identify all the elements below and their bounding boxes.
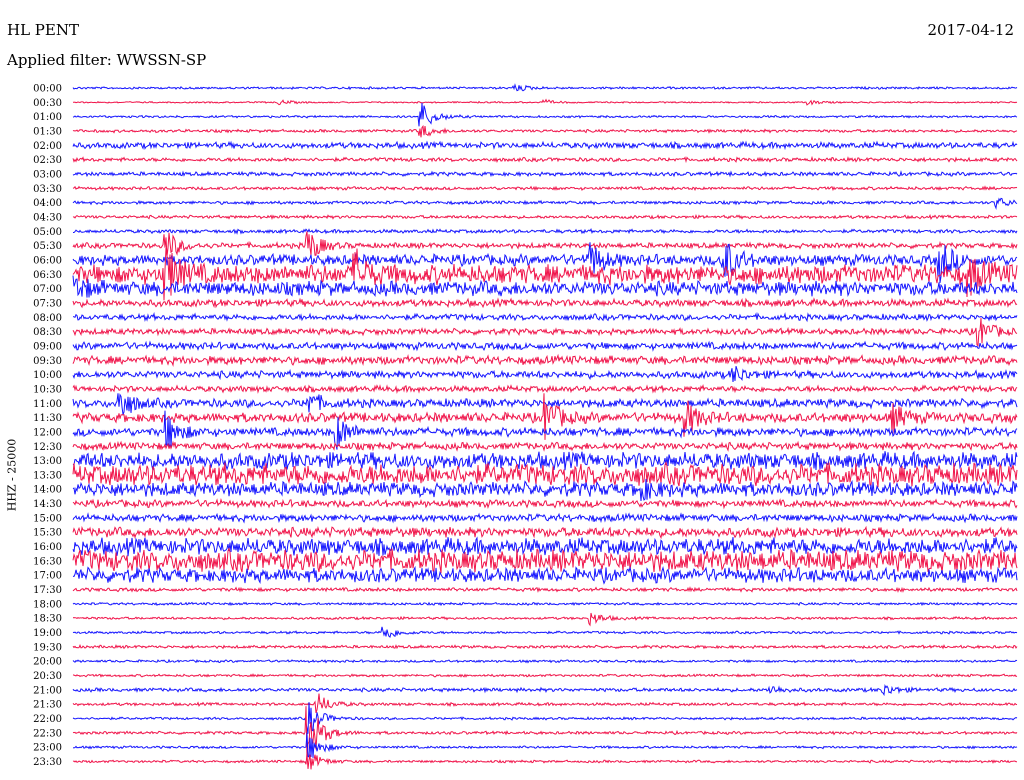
seismic-trace [72, 706, 1018, 760]
time-tick-label: 22:30 [33, 728, 62, 739]
seismic-trace [72, 512, 1018, 524]
time-tick-label: 19:30 [33, 642, 62, 653]
time-tick-label: 10:30 [33, 384, 62, 395]
seismic-trace [72, 644, 1018, 650]
time-tick-label: 10:00 [33, 370, 62, 381]
time-tick-label: 16:00 [33, 542, 62, 553]
seismic-trace [72, 753, 1017, 770]
seismic-trace [72, 353, 1018, 368]
seismic-trace [72, 125, 1018, 138]
seismic-trace [72, 673, 1018, 678]
seismic-trace [72, 693, 1018, 714]
seismic-trace [72, 213, 1018, 221]
time-tick-label: 04:30 [33, 212, 62, 223]
helicorder-plot: 00:00 00:30 01:00 01:30 02:00 02:30 03:00 03:30… [33, 83, 1018, 770]
time-tick-label: 12:30 [33, 442, 62, 453]
time-tick-label: 01:30 [33, 126, 62, 137]
seismic-trace [72, 83, 1018, 92]
seismic-trace [72, 98, 1018, 106]
time-tick-label: 04:00 [33, 198, 62, 209]
seismic-trace [72, 393, 1018, 415]
time-tick-label: 16:30 [33, 556, 62, 567]
seismic-trace [72, 732, 1018, 758]
time-tick-label: 13:00 [33, 456, 62, 467]
seismic-trace [72, 311, 1018, 323]
time-tick-label: 07:00 [33, 284, 62, 295]
seismic-trace [72, 231, 1018, 257]
time-tick-label: 01:00 [33, 112, 62, 123]
time-tick-label: 09:00 [33, 341, 62, 352]
time-tick-label: 18:30 [33, 614, 62, 625]
time-tick-label: 02:00 [33, 141, 62, 152]
seismic-trace [72, 365, 1018, 383]
seismic-trace [72, 318, 1018, 347]
date-label: 2017-04-12 [927, 21, 1014, 39]
time-tick-label: 06:00 [33, 255, 62, 266]
seismic-trace [72, 601, 1018, 607]
seismic-trace [72, 586, 1018, 593]
seismic-trace [72, 247, 1018, 301]
seismic-trace [72, 702, 1018, 734]
time-tick-label: 07:30 [33, 298, 62, 309]
seismic-trace [72, 497, 1018, 510]
seismic-trace [72, 565, 1018, 585]
time-tick-label: 17:00 [33, 571, 62, 582]
time-tick-label: 00:30 [33, 98, 62, 109]
time-tick-label: 18:00 [33, 599, 62, 610]
seismic-trace [72, 478, 1018, 501]
seismic-trace [72, 297, 1018, 309]
seismic-trace [72, 450, 1018, 471]
seismic-trace [72, 536, 1018, 557]
seismic-trace [72, 612, 1018, 627]
seismic-trace [72, 384, 1018, 394]
seismic-trace [72, 684, 1018, 697]
channel-label: HHZ - 25000 [5, 438, 19, 512]
seismic-trace [72, 170, 1018, 178]
time-tick-labels: 00:00 00:30 01:00 01:30 02:00 02:30 03:00 03:30… [33, 84, 62, 769]
time-tick-label: 14:00 [33, 485, 62, 496]
seismic-trace [72, 626, 1018, 638]
seismic-trace [72, 658, 1018, 664]
channel-axis-label: HHZ - 25000 [2, 420, 22, 530]
time-tick-label: 20:30 [33, 671, 62, 682]
trace-group [72, 83, 1018, 770]
time-tick-label: 17:30 [33, 585, 62, 596]
seismic-trace [72, 440, 1018, 452]
seismic-trace [72, 460, 1018, 488]
time-tick-label: 21:00 [33, 685, 62, 696]
time-tick-label: 12:00 [33, 427, 62, 438]
time-tick-label: 00:00 [33, 84, 62, 95]
time-tick-label: 08:30 [33, 327, 62, 338]
seismic-trace [72, 340, 1018, 352]
seismic-trace [72, 140, 1018, 151]
time-tick-label: 13:30 [33, 470, 62, 481]
time-tick-label: 15:00 [33, 513, 62, 524]
seismic-trace [72, 102, 1018, 127]
time-tick-label: 05:30 [33, 241, 62, 252]
time-tick-label: 15:30 [33, 528, 62, 539]
seismic-trace [73, 228, 1018, 235]
time-tick-label: 09:30 [33, 356, 62, 367]
seismic-trace [72, 155, 1018, 164]
time-tick-label: 08:00 [33, 313, 62, 324]
time-tick-label: 06:30 [33, 270, 62, 281]
station-name: HL PENT [7, 21, 79, 39]
time-tick-label: 11:00 [33, 399, 62, 410]
time-tick-label: 05:00 [33, 227, 62, 238]
time-tick-label: 20:00 [33, 657, 62, 668]
filter-label: Applied filter: WWSSN-SP [7, 51, 207, 69]
time-tick-label: 02:30 [33, 155, 62, 166]
seismic-trace [72, 525, 1018, 540]
time-tick-label: 03:30 [33, 184, 62, 195]
time-tick-label: 11:30 [33, 413, 62, 424]
time-tick-label: 19:00 [33, 628, 62, 639]
time-tick-label: 23:00 [33, 743, 62, 754]
seismic-trace [72, 185, 1018, 192]
time-tick-label: 21:30 [33, 700, 62, 711]
time-tick-label: 14:30 [33, 499, 62, 510]
time-tick-label: 03:00 [33, 169, 62, 180]
time-tick-label: 23:30 [33, 757, 62, 768]
time-tick-label: 22:00 [33, 714, 62, 725]
seismic-trace [72, 197, 1018, 211]
